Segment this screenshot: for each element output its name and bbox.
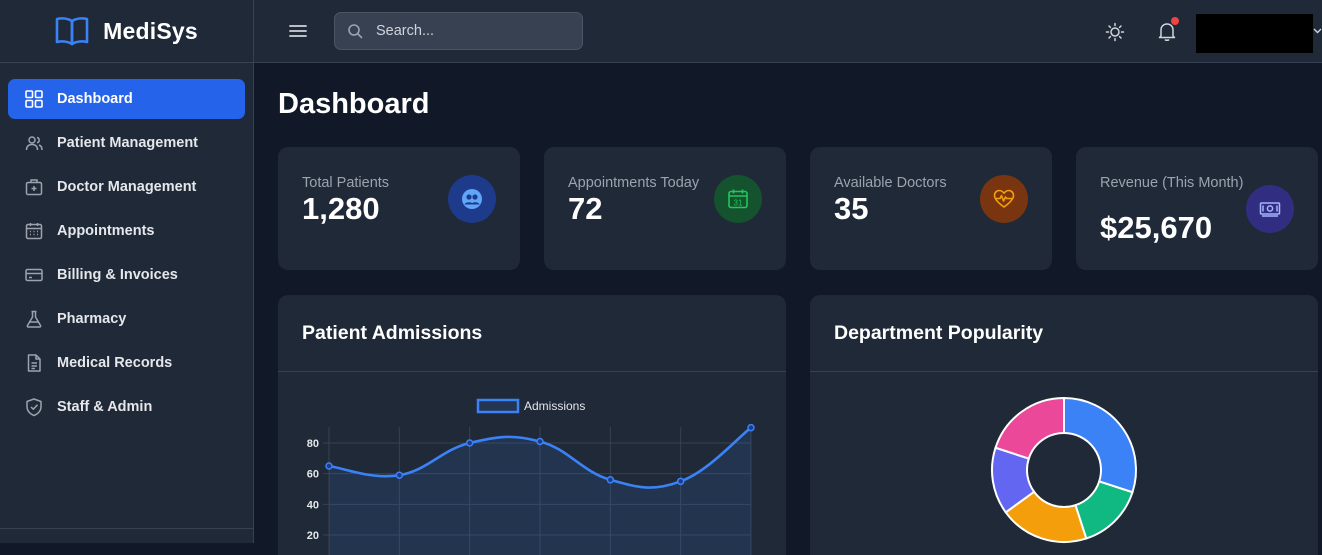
panel-patient-admissions: Patient Admissions 20 40 60 80 Admissions	[278, 295, 786, 555]
brand[interactable]: MediSys	[0, 0, 253, 63]
svg-text:31: 31	[734, 198, 743, 207]
stat-card-available-doctors: Available Doctors 35	[810, 147, 1052, 270]
users-circle-icon	[462, 189, 482, 209]
panel-title: Department Popularity	[810, 295, 1318, 372]
grid-icon	[25, 90, 43, 108]
y-tick-label: 20	[307, 530, 319, 542]
y-tick-label: 60	[307, 469, 319, 481]
app-name: MediSys	[103, 17, 198, 44]
heartbeat-icon	[993, 189, 1015, 208]
data-point	[676, 477, 685, 486]
legend-swatch-admissions	[476, 398, 520, 414]
sidebar-item-pharmacy[interactable]: Pharmacy	[8, 299, 245, 339]
medical-bag-icon	[25, 179, 43, 196]
sidebar-item-label: Doctor Management	[57, 179, 197, 195]
department-donut-chart	[991, 396, 1137, 543]
stat-label: Revenue (This Month)	[1100, 175, 1244, 191]
notification-badge	[1171, 17, 1179, 25]
sidebar: MediSys Dashboard Patient Management Doc…	[0, 0, 254, 543]
main-content: Dashboard Total Patients 1,280 Appointme…	[254, 63, 1322, 555]
y-tick-label: 80	[307, 438, 319, 450]
stat-icon-badge: 31	[714, 175, 762, 223]
notifications-button[interactable]	[1156, 17, 1179, 42]
admissions-line-chart: 20 40 60 80 Admissions	[307, 398, 755, 555]
data-point	[606, 476, 615, 484]
donut-slice-5	[994, 396, 1065, 460]
data-point	[536, 437, 544, 446]
data-point	[747, 423, 755, 432]
data-point	[325, 462, 333, 470]
data-point	[465, 439, 474, 447]
sidebar-item-staff-admin[interactable]: Staff & Admin	[8, 387, 245, 427]
credit-card-icon	[25, 268, 43, 282]
stat-card-revenue: Revenue (This Month) $25,670	[1076, 147, 1318, 270]
sidebar-item-label: Dashboard	[57, 91, 133, 107]
sidebar-footer-divider	[0, 528, 253, 529]
sidebar-item-label: Appointments	[57, 223, 155, 239]
topbar	[254, 0, 1322, 63]
panel-title: Patient Admissions	[278, 295, 786, 372]
donut-slice-1	[1063, 396, 1137, 494]
shield-icon	[26, 398, 42, 417]
stat-icon-badge	[448, 175, 496, 223]
sidebar-item-doctor-management[interactable]: Doctor Management	[8, 167, 245, 207]
sidebar-item-patient-management[interactable]: Patient Management	[8, 123, 245, 163]
sidebar-item-label: Pharmacy	[57, 311, 127, 327]
document-icon	[27, 354, 41, 372]
sidebar-item-label: Medical Records	[57, 355, 173, 371]
page-title: Dashboard	[278, 88, 430, 120]
users-icon	[25, 136, 43, 151]
stat-icon-badge	[980, 175, 1028, 223]
sidebar-item-billing-invoices[interactable]: Billing & Invoices	[8, 255, 245, 295]
data-point	[395, 471, 404, 479]
calendar-icon: 31	[728, 189, 748, 209]
sidebar-item-medical-records[interactable]: Medical Records	[8, 343, 245, 383]
hamburger-menu-icon[interactable]	[287, 20, 309, 42]
user-profile-avatar[interactable]	[1196, 14, 1313, 53]
stat-value: $25,670	[1100, 210, 1213, 245]
sidebar-nav: Dashboard Patient Management Doctor Mana…	[0, 63, 253, 447]
search-box[interactable]	[334, 12, 583, 50]
sidebar-item-appointments[interactable]: Appointments	[8, 211, 245, 251]
calendar-icon	[25, 223, 43, 240]
stat-value: 35	[834, 191, 869, 226]
panel-department-popularity: Department Popularity	[810, 295, 1318, 555]
stat-value: 1,280	[302, 191, 380, 226]
stat-value: 72	[568, 191, 603, 226]
series-area-admissions	[329, 427, 751, 555]
sidebar-item-label: Staff & Admin	[57, 399, 153, 415]
search-input[interactable]	[376, 23, 566, 39]
stat-card-appointments-today: Appointments Today 72 31	[544, 147, 786, 270]
stat-card-total-patients: Total Patients 1,280	[278, 147, 520, 270]
sidebar-item-dashboard[interactable]: Dashboard	[8, 79, 245, 119]
sidebar-item-label: Patient Management	[57, 135, 198, 151]
chevron-down-icon[interactable]	[1313, 26, 1322, 35]
sidebar-item-label: Billing & Invoices	[57, 267, 178, 283]
legend-label-admissions: Admissions	[524, 399, 585, 413]
sun-icon[interactable]	[1104, 21, 1126, 43]
y-tick-label: 40	[307, 499, 319, 511]
search-icon	[348, 24, 363, 39]
stat-icon-badge	[1246, 185, 1294, 233]
money-icon	[1259, 202, 1281, 217]
stat-label: Total Patients	[302, 175, 390, 191]
flask-icon	[26, 310, 42, 328]
stat-label: Available Doctors	[834, 175, 947, 191]
stat-label: Appointments Today	[568, 175, 700, 191]
open-book-icon	[55, 17, 89, 46]
